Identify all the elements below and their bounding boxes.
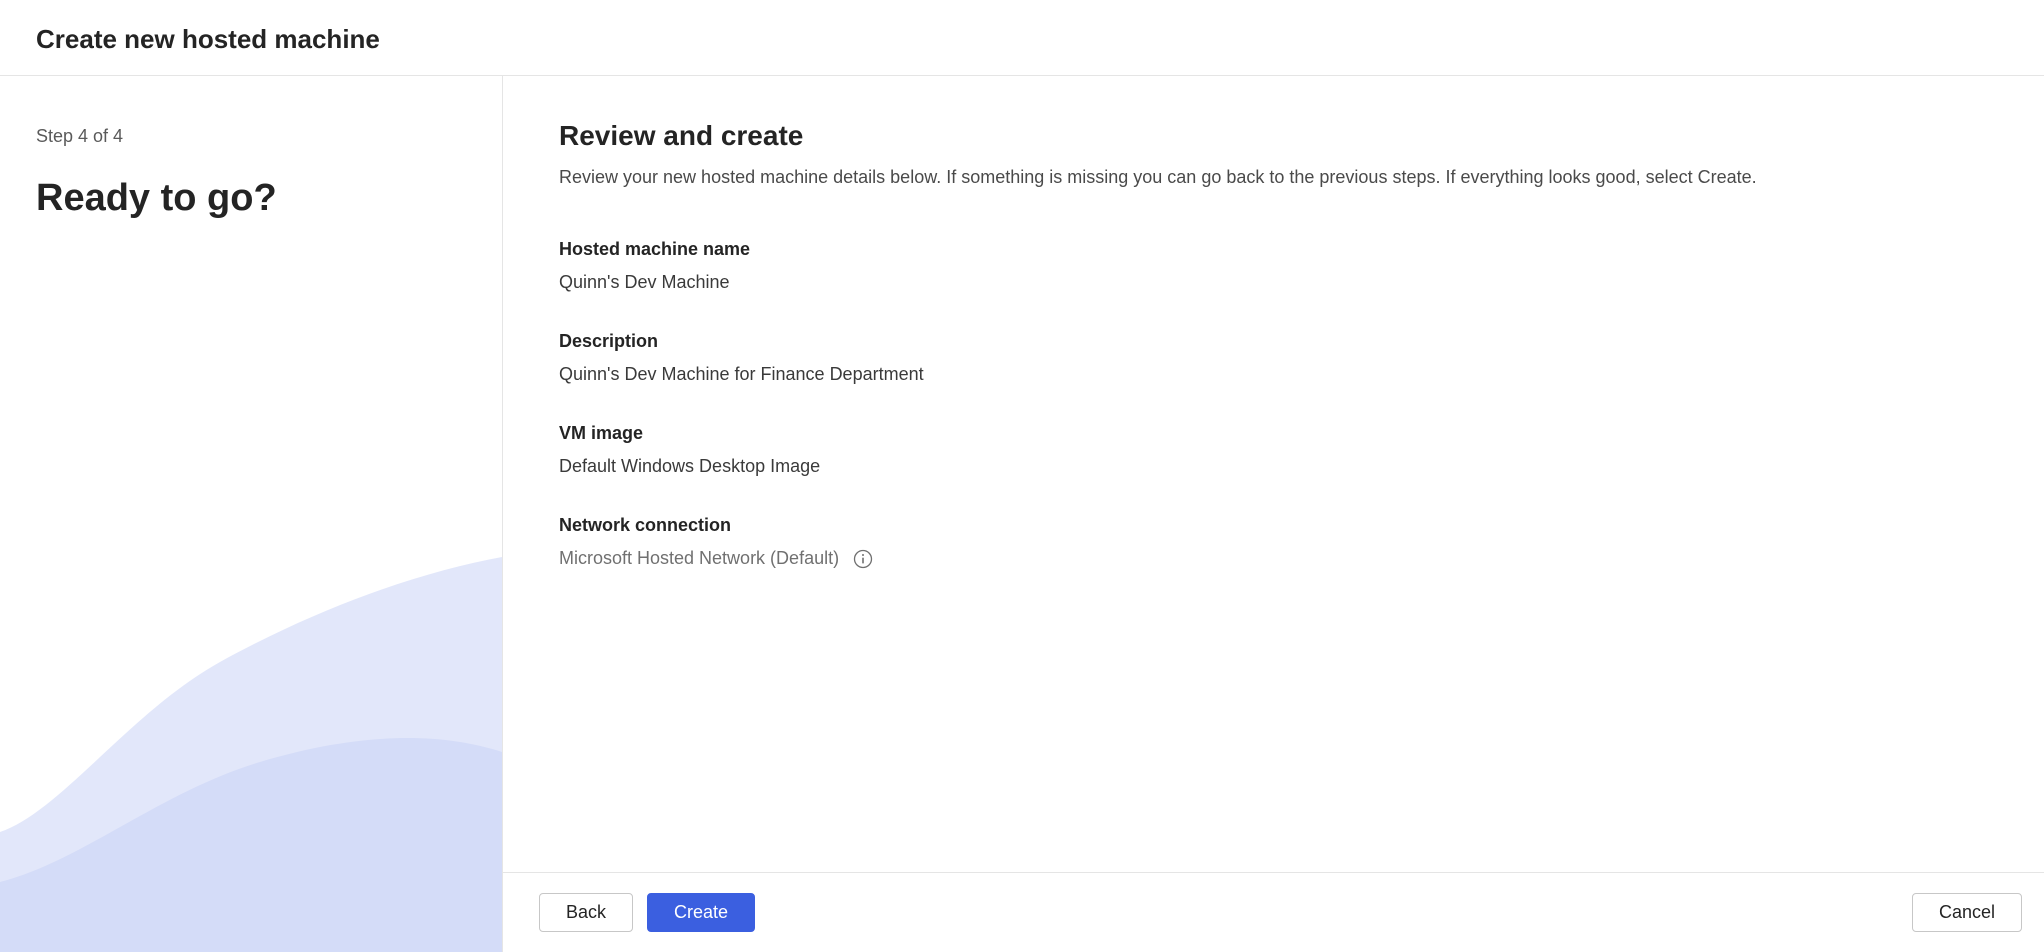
content-description: Review your new hosted machine details b… xyxy=(559,164,1988,191)
wizard-footer: Back Create Cancel xyxy=(503,872,2044,952)
field-value: Default Windows Desktop Image xyxy=(559,456,1988,477)
field-label: Network connection xyxy=(559,515,1988,536)
step-title: Ready to go? xyxy=(36,175,466,223)
field-vm-image: VM image Default Windows Desktop Image xyxy=(559,423,1988,477)
cancel-button[interactable]: Cancel xyxy=(1912,893,2022,932)
field-network-connection: Network connection Microsoft Hosted Netw… xyxy=(559,515,1988,569)
back-button[interactable]: Back xyxy=(539,893,633,932)
create-button[interactable]: Create xyxy=(647,893,755,932)
wizard-sidebar: Step 4 of 4 Ready to go? xyxy=(0,76,502,952)
field-value: Quinn's Dev Machine for Finance Departme… xyxy=(559,364,1988,385)
field-label: VM image xyxy=(559,423,1988,444)
decorative-wave xyxy=(0,552,502,952)
field-label: Hosted machine name xyxy=(559,239,1988,260)
page-title: Create new hosted machine xyxy=(36,24,2008,55)
page-header: Create new hosted machine xyxy=(0,0,2044,76)
info-icon[interactable] xyxy=(853,549,873,569)
review-content: Review and create Review your new hosted… xyxy=(503,76,2044,872)
step-indicator: Step 4 of 4 xyxy=(36,126,466,147)
field-description: Description Quinn's Dev Machine for Fina… xyxy=(559,331,1988,385)
field-label: Description xyxy=(559,331,1988,352)
field-value: Microsoft Hosted Network (Default) xyxy=(559,548,839,569)
field-value: Quinn's Dev Machine xyxy=(559,272,1988,293)
field-hosted-machine-name: Hosted machine name Quinn's Dev Machine xyxy=(559,239,1988,293)
content-title: Review and create xyxy=(559,120,1988,152)
